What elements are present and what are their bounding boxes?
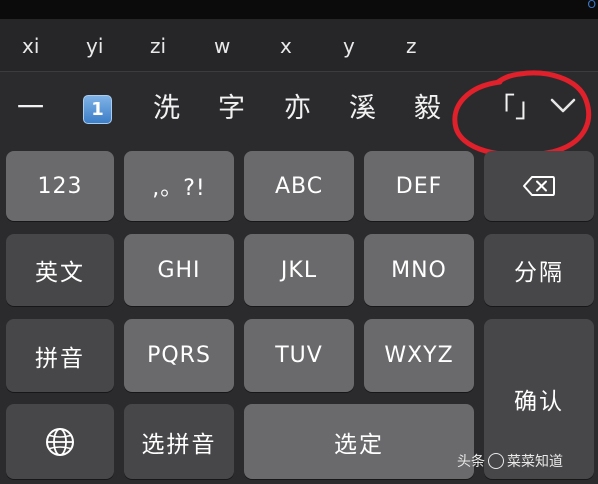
candidate-word[interactable]: 毅 <box>414 94 441 124</box>
globe-icon <box>46 427 74 456</box>
wxyz-key[interactable]: WXYZ <box>364 319 474 392</box>
candidate-dash[interactable]: 一 <box>17 94 44 124</box>
def-key[interactable]: DEF <box>364 151 474 221</box>
mno-key[interactable]: MNO <box>364 234 474 306</box>
top-status-strip: O <box>0 0 598 19</box>
pinyin-option[interactable]: w <box>214 34 230 58</box>
keycap-one-emoji-candidate[interactable]: 1 <box>83 95 112 124</box>
pinyin-mode-key[interactable]: 拼音 <box>6 319 114 392</box>
candidate-bracket[interactable]: 「」 <box>488 94 542 124</box>
watermark-source: 头条 <box>457 454 485 470</box>
candidate-bar: 一 1 洗 字 亦 溪 毅 「」 <box>0 72 598 142</box>
candidate-word[interactable]: 亦 <box>284 94 311 124</box>
tuv-key[interactable]: TUV <box>244 319 354 392</box>
separator-key[interactable]: 分隔 <box>484 234 594 306</box>
select-space-key[interactable]: 选定 <box>244 404 474 479</box>
ghi-key[interactable]: GHI <box>124 234 234 306</box>
jkl-key[interactable]: JKL <box>244 234 354 306</box>
select-pinyin-key[interactable]: 选拼音 <box>124 404 234 479</box>
pinyin-option[interactable]: x <box>280 34 292 58</box>
watermark-author: 菜菜知道 <box>507 454 563 470</box>
delete-key[interactable] <box>484 151 594 221</box>
pinyin-options-bar: xi yi zi w x y z <box>0 19 598 71</box>
watermark: 头条 菜菜知道 <box>457 451 563 471</box>
pinyin-option[interactable]: zi <box>150 34 166 58</box>
numbers-key[interactable]: 123 <box>6 151 114 221</box>
candidate-word[interactable]: 洗 <box>153 94 180 124</box>
watermark-logo-icon <box>488 453 504 469</box>
delete-backspace-icon <box>523 176 555 196</box>
pinyin-option[interactable]: xi <box>22 34 39 58</box>
candidate-word[interactable]: 字 <box>218 94 245 124</box>
chevron-down-icon[interactable] <box>550 98 576 114</box>
pinyin-option[interactable]: z <box>406 34 417 58</box>
english-key[interactable]: 英文 <box>6 234 114 306</box>
abc-key[interactable]: ABC <box>244 151 354 221</box>
pinyin-option[interactable]: y <box>343 34 355 58</box>
punctuation-key[interactable]: ,。?! <box>124 151 234 221</box>
pqrs-key[interactable]: PQRS <box>124 319 234 392</box>
globe-key[interactable] <box>6 404 114 479</box>
pinyin-option[interactable]: yi <box>86 34 103 58</box>
status-edge-text: O <box>587 0 596 11</box>
candidate-word[interactable]: 溪 <box>349 94 376 124</box>
